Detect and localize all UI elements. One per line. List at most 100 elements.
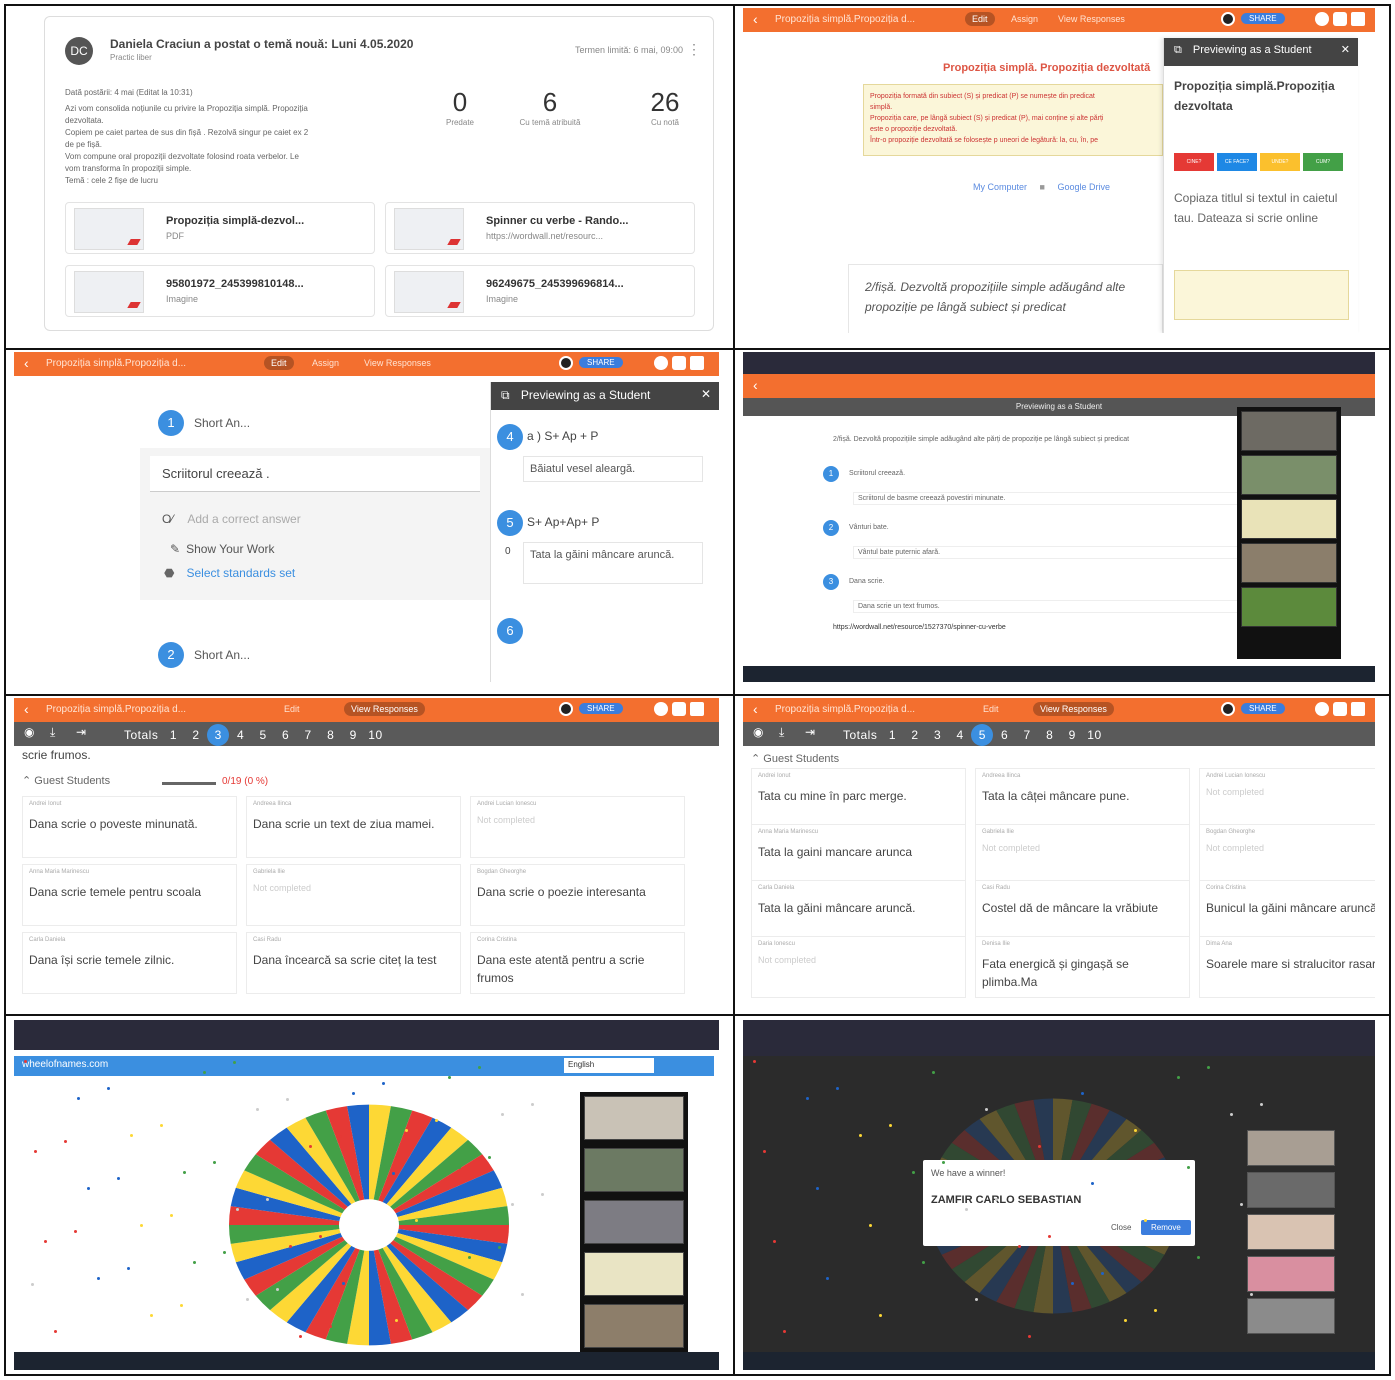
- open-external-icon[interactable]: ⧉: [1174, 44, 1182, 56]
- view-responses-button[interactable]: View Responses: [344, 702, 425, 716]
- report-icon[interactable]: ◉: [753, 725, 763, 739]
- student-answer-card[interactable]: Andreea Ilinca Dana scrie un text de ziua…: [246, 796, 461, 858]
- share-button[interactable]: SHARE: [1241, 703, 1285, 714]
- student-answer-card[interactable]: Corina Cristina Dana este atentă pentru a…: [470, 932, 685, 994]
- question-tab[interactable]: 8: [1046, 728, 1053, 742]
- student-answer-card[interactable]: Carla Daniela Tata la găini mâncare arunc…: [751, 880, 966, 942]
- back-icon[interactable]: ‹: [753, 11, 758, 27]
- view-responses-button[interactable]: View Responses: [364, 358, 431, 368]
- attachment-item[interactable]: 96249675_245399696814... Imagine: [385, 265, 695, 317]
- student-answer-card[interactable]: Andrei Lucian Ionescu Not completed: [470, 796, 685, 858]
- google-drive-link[interactable]: Google Drive: [1057, 182, 1110, 192]
- question-tab[interactable]: 4: [237, 728, 244, 742]
- record-icon[interactable]: [559, 356, 573, 370]
- student-answer-card[interactable]: Andreea Ilinca Tata la câței mâncare pune…: [975, 768, 1190, 830]
- record-icon[interactable]: [1221, 702, 1235, 716]
- back-icon[interactable]: ‹: [24, 355, 29, 371]
- bell-icon[interactable]: [672, 702, 686, 716]
- student-answer-card[interactable]: Gabriela Ilie Not completed: [975, 824, 1190, 886]
- share-button[interactable]: SHARE: [1241, 13, 1285, 24]
- help-icon[interactable]: [1315, 12, 1329, 26]
- download-icon[interactable]: ⤓: [779, 725, 784, 740]
- close-icon[interactable]: ✕: [701, 387, 711, 401]
- student-answer-card[interactable]: Carla Daniela Dana își scrie temele zilni…: [22, 932, 237, 994]
- student-answer-card[interactable]: Gabriela Ilie Not completed: [246, 864, 461, 926]
- student-answer-card[interactable]: Daria Ionescu Not completed: [751, 936, 966, 998]
- back-icon[interactable]: ‹: [753, 701, 758, 717]
- edit-button[interactable]: Edit: [284, 704, 300, 714]
- close-icon[interactable]: ✕: [1341, 43, 1350, 56]
- student-answer-card[interactable]: Denisa Ilie Fata energică și gingașă se p…: [975, 936, 1190, 998]
- assign-button[interactable]: Assign: [312, 358, 339, 368]
- answer-field[interactable]: Tata la găini mâncare aruncă.: [523, 542, 703, 584]
- question-tab[interactable]: 3: [934, 728, 941, 742]
- edit-button[interactable]: Edit: [965, 12, 995, 26]
- question-tab[interactable]: 5: [259, 728, 266, 742]
- show-your-work-toggle[interactable]: ✎ Show Your Work: [170, 542, 275, 556]
- question-tab[interactable]: 9: [1069, 728, 1076, 742]
- student-answer-card[interactable]: Andrei Lucian Ionescu Not completed: [1199, 768, 1375, 830]
- answer-field[interactable]: Vântul bate puternic afară.: [853, 546, 1243, 559]
- record-icon[interactable]: [1221, 12, 1235, 26]
- help-icon[interactable]: [1315, 702, 1329, 716]
- answer-field[interactable]: Scriitorul de basme creează povestiri mi…: [853, 492, 1243, 505]
- grid-icon[interactable]: [1351, 12, 1365, 26]
- student-answer-card[interactable]: Andrei Ionut Tata cu mine în parc merge.: [751, 768, 966, 830]
- question-input[interactable]: Scriitorul creează .: [150, 456, 480, 492]
- question-tab[interactable]: 2: [911, 728, 918, 742]
- share-button[interactable]: SHARE: [579, 703, 623, 714]
- edit-button[interactable]: Edit: [983, 704, 999, 714]
- question-tab[interactable]: 2: [192, 728, 199, 742]
- record-icon[interactable]: [559, 702, 573, 716]
- attachment-item[interactable]: Spinner cu verbe - Rando... https://word…: [385, 202, 695, 254]
- remove-button[interactable]: Remove: [1141, 1220, 1191, 1235]
- student-answer-card[interactable]: Bogdan Gheorghe Not completed: [1199, 824, 1375, 886]
- attachment-item[interactable]: 95801972_245399810148... Imagine: [65, 265, 375, 317]
- student-answer-card[interactable]: Casi Radu Dana încearcă sa scrie citeț la…: [246, 932, 461, 994]
- assign-button[interactable]: Assign: [1011, 14, 1038, 24]
- student-answer-card[interactable]: Andrei Ionut Dana scrie o poveste minunat…: [22, 796, 237, 858]
- view-responses-button[interactable]: View Responses: [1033, 702, 1114, 716]
- student-answer-card[interactable]: Casi Radu Costel dă de mâncare la vrăbiut…: [975, 880, 1190, 942]
- grid-icon[interactable]: [1351, 702, 1365, 716]
- question-tab[interactable]: 10: [368, 728, 382, 742]
- close-button[interactable]: Close: [1101, 1220, 1141, 1235]
- totals-tab[interactable]: Totals: [843, 728, 877, 742]
- student-answer-card[interactable]: Bogdan Gheorghe Dana scrie o poezie inter…: [470, 864, 685, 926]
- guest-students-toggle[interactable]: ⌃ Guest Students: [751, 752, 839, 765]
- question-tab[interactable]: 1: [889, 728, 896, 742]
- question-type-label[interactable]: Short An...: [194, 416, 250, 430]
- totals-tab[interactable]: Totals: [124, 728, 158, 742]
- answer-field[interactable]: Băiatul vesel aleargă.: [523, 456, 703, 482]
- stat-assigned[interactable]: 6 Cu temă atribuită: [515, 87, 585, 127]
- student-answer-card[interactable]: Anna Maria Marinescu Dana scrie temele pe…: [22, 864, 237, 926]
- spin-wheel[interactable]: [224, 1100, 514, 1350]
- report-icon[interactable]: ◉: [24, 725, 34, 739]
- my-computer-link[interactable]: My Computer: [973, 182, 1027, 192]
- back-icon[interactable]: ‹: [24, 701, 29, 717]
- guest-students-toggle[interactable]: ⌃ Guest Students: [22, 774, 110, 787]
- select-standards-link[interactable]: ⬣ Select standards set: [164, 566, 295, 580]
- question-tab[interactable]: 7: [305, 728, 312, 742]
- bell-icon[interactable]: [1333, 702, 1347, 716]
- open-external-icon[interactable]: ⧉: [501, 388, 510, 402]
- student-answer-card[interactable]: Corina Cristina Bunicul la găini mâncare …: [1199, 880, 1375, 942]
- question-tab[interactable]: 8: [327, 728, 334, 742]
- edit-button[interactable]: Edit: [264, 356, 294, 370]
- question-tab[interactable]: 7: [1024, 728, 1031, 742]
- question-tab[interactable]: 4: [956, 728, 963, 742]
- bell-icon[interactable]: [1333, 12, 1347, 26]
- bell-icon[interactable]: [672, 356, 686, 370]
- add-answer-field[interactable]: O⁄ Add a correct answer: [162, 512, 301, 526]
- grid-icon[interactable]: [690, 356, 704, 370]
- answer-field[interactable]: Dana scrie un text frumos.: [853, 600, 1243, 613]
- stat-graded[interactable]: 26 Cu notă: [630, 87, 700, 127]
- download-icon[interactable]: ⤓: [50, 725, 55, 740]
- view-responses-button[interactable]: View Responses: [1058, 14, 1125, 24]
- help-icon[interactable]: [654, 702, 668, 716]
- question-tab[interactable]: 6: [282, 728, 289, 742]
- language-select[interactable]: English: [564, 1058, 654, 1073]
- question-tab-active[interactable]: 3: [207, 724, 230, 746]
- back-icon[interactable]: ‹: [753, 377, 758, 393]
- more-options-icon[interactable]: ⋮: [687, 41, 701, 58]
